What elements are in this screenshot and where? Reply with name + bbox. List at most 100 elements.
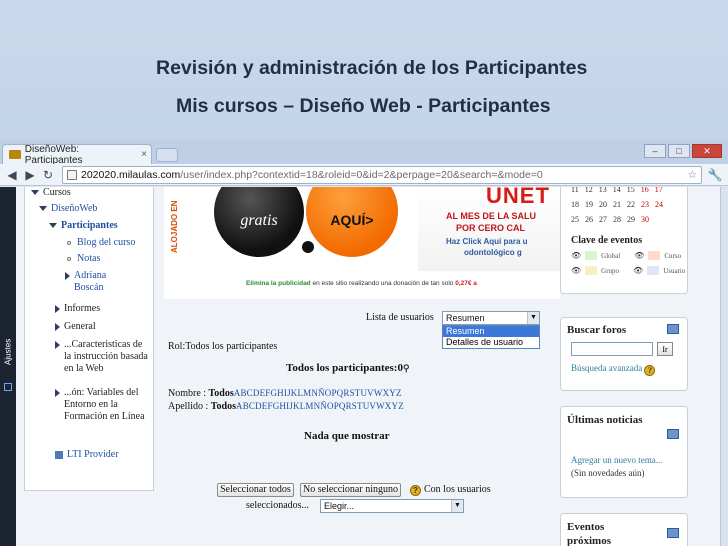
- upcoming-events-block: Eventos próximos: [560, 513, 688, 546]
- calendar-day[interactable]: 25: [571, 215, 579, 224]
- nav-item-blog[interactable]: Blog del curso: [65, 237, 135, 249]
- dock-icon[interactable]: [667, 429, 679, 439]
- calendar-day[interactable]: 14: [613, 187, 621, 194]
- user-list-select[interactable]: Resumen ▼: [442, 311, 540, 325]
- ad-line: AL MES DE LA SALU: [446, 211, 537, 221]
- lastname-letters[interactable]: ABCDEFGHIJKLMNÑOPQRSTUVWXYZ: [236, 401, 404, 411]
- address-bar[interactable]: 202020.milaulas.com/user/index.php?conte…: [62, 166, 702, 184]
- calendar-day[interactable]: 13: [599, 187, 607, 194]
- lastname-all-link[interactable]: Todos: [211, 401, 236, 412]
- dock-icon[interactable]: [667, 528, 679, 538]
- ad-banner[interactable]: ALOJADO EN gratis AQUÍ> UNET AL MES DE L…: [164, 187, 560, 299]
- calendar-day[interactable]: 12: [585, 187, 593, 194]
- reload-button[interactable]: ↻: [40, 167, 56, 183]
- nav-label: LTI Provider: [67, 449, 119, 460]
- legend-row: 👁 Grupo 👁 Usuario: [571, 266, 685, 275]
- bulk-action-select[interactable]: Elegir... ▼: [320, 499, 464, 513]
- select-none-button[interactable]: No seleccionar ninguno: [300, 483, 401, 497]
- nav-item-cursos[interactable]: Cursos: [31, 187, 71, 199]
- ajustes-label[interactable]: Ajustes: [1, 327, 15, 377]
- maximize-button[interactable]: □: [668, 144, 690, 158]
- wrench-icon[interactable]: 🔧: [706, 166, 724, 184]
- nav-item-general[interactable]: General: [55, 321, 96, 333]
- nav-item-participantes[interactable]: Participantes: [49, 220, 118, 232]
- eye-icon[interactable]: 👁: [633, 266, 643, 275]
- calendar-day[interactable]: 24: [655, 200, 663, 209]
- collapsed-icon: [55, 341, 60, 349]
- forward-button[interactable]: ▶: [22, 167, 38, 183]
- favicon-icon: [9, 150, 21, 159]
- calendar-day[interactable]: 28: [613, 215, 621, 224]
- nav-item-variables[interactable]: ...ón: Variables del Entorno en la Forma…: [55, 387, 149, 423]
- calendar-day[interactable]: 20: [599, 200, 607, 209]
- role-label: Rol:Todos los participantes: [168, 341, 278, 352]
- dropdown-arrow-icon: ▼: [527, 312, 539, 324]
- eye-icon[interactable]: 👁: [571, 251, 581, 260]
- nav-item-informes[interactable]: Informes: [55, 303, 100, 315]
- calendar-day[interactable]: 29: [627, 215, 635, 224]
- new-tab-button[interactable]: [156, 148, 178, 162]
- calendar-day[interactable]: 16: [641, 187, 649, 194]
- with-users-label: Con los usuarios: [424, 484, 491, 495]
- name-all-link[interactable]: Todos: [209, 388, 234, 399]
- select-value: Resumen: [446, 313, 485, 323]
- calendar-day[interactable]: 15: [627, 187, 635, 194]
- select-all-button[interactable]: Seleccionar todos: [217, 483, 294, 497]
- option-resumen[interactable]: Resumen: [443, 326, 539, 337]
- nav-item-lti[interactable]: LTI Provider: [55, 449, 119, 461]
- calendar-day[interactable]: 18: [571, 200, 579, 209]
- lti-icon: [55, 451, 63, 459]
- slide-subtitle: Mis cursos – Diseño Web - Participantes: [176, 95, 551, 117]
- url-domain: 202020.milaulas.com: [81, 169, 181, 181]
- nav-label: DiseñoWeb: [51, 203, 98, 214]
- side-strip: Ajustes: [0, 187, 16, 546]
- collapsed-icon: [55, 389, 60, 397]
- back-button[interactable]: ◀: [4, 167, 20, 183]
- close-window-button[interactable]: ✕: [692, 144, 722, 158]
- calendar-day[interactable]: 26: [585, 215, 593, 224]
- calendar-day[interactable]: 17: [655, 187, 663, 194]
- calendar-day[interactable]: 23: [641, 200, 649, 209]
- forum-search-button[interactable]: Ir: [657, 342, 673, 356]
- forum-search-input[interactable]: [571, 342, 653, 356]
- nav-item-disenoweb[interactable]: DiseñoWeb: [39, 203, 97, 215]
- help-icon[interactable]: ?: [410, 485, 421, 496]
- ad-brand: UNET: [486, 187, 550, 208]
- expanded-icon: [49, 223, 57, 228]
- ad-gratis: gratis: [214, 187, 304, 257]
- remove-ads-text: en este sitio realizando una donación de…: [310, 280, 456, 287]
- eye-icon[interactable]: 👁: [634, 251, 644, 260]
- dock-icon[interactable]: [4, 383, 12, 391]
- expanded-icon: [31, 190, 39, 195]
- calendar-day[interactable]: 27: [599, 215, 607, 224]
- option-detalles[interactable]: Detalles de usuario: [443, 337, 539, 348]
- minimize-button[interactable]: –: [644, 144, 666, 158]
- add-topic-link[interactable]: Agregar un nuevo tema...: [571, 455, 662, 465]
- navigation-block: Cursos DiseñoWeb Participantes Blog del …: [24, 187, 154, 491]
- name-letters[interactable]: ABCDEFGHIJKLMNÑOPQRSTUVWXYZ: [234, 388, 402, 398]
- star-icon[interactable]: ☆: [688, 167, 697, 183]
- nav-item-notas[interactable]: Notas: [65, 253, 100, 265]
- help-icon[interactable]: ?: [644, 365, 656, 376]
- vertical-scrollbar[interactable]: [720, 187, 728, 546]
- user-swatch: [647, 266, 660, 275]
- dock-icon[interactable]: [667, 324, 679, 334]
- calendar-day[interactable]: 21: [613, 200, 621, 209]
- eye-icon[interactable]: 👁: [571, 266, 581, 275]
- calendar-day[interactable]: 30: [641, 215, 649, 224]
- calendar-day[interactable]: 22: [627, 200, 635, 209]
- remove-ads-link[interactable]: Elimina la publicidad: [246, 280, 311, 287]
- calendar-day[interactable]: 11: [571, 187, 579, 194]
- nav-label: Cursos: [43, 187, 71, 198]
- sort-icon[interactable]: ⚲: [403, 363, 410, 373]
- tab-close-icon[interactable]: ×: [141, 149, 147, 160]
- nav-item-adriana[interactable]: Adriana Boscán: [65, 270, 125, 294]
- user-list-options[interactable]: Resumen Detalles de usuario: [442, 325, 540, 349]
- calendar-day[interactable]: 19: [585, 200, 593, 209]
- lastname-filter: Apellido : TodosABCDEFGHIJKLMNÑOPQRSTUVW…: [168, 401, 404, 412]
- advanced-search-link[interactable]: Búsqueda avanzada ?: [571, 363, 656, 376]
- calendar-week: 25 26 27 28 29 30: [571, 215, 649, 224]
- browser-tab[interactable]: DiseñoWeb: Participantes ×: [2, 144, 152, 166]
- nav-item-caracteristicas[interactable]: ...Caracteristicas de la instrucción bas…: [55, 339, 149, 375]
- all-participants-count: Todos los participantes:0⚲: [286, 362, 410, 374]
